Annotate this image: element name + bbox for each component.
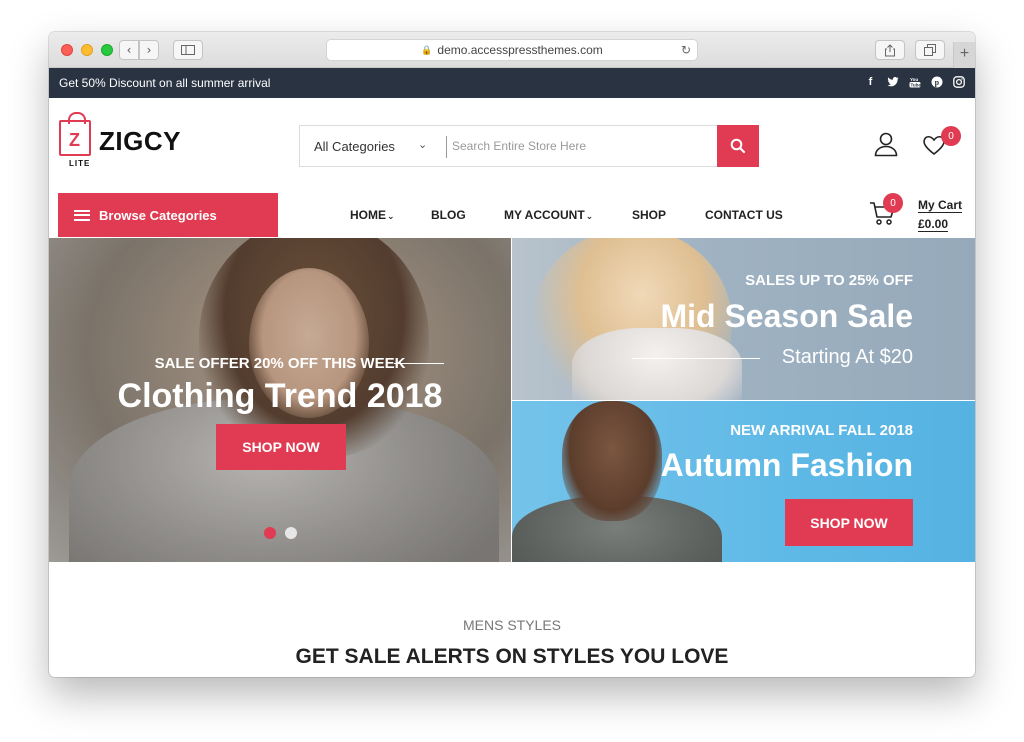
my-cart-label: My Cart bbox=[918, 198, 963, 213]
cart-count-badge: 0 bbox=[883, 193, 903, 213]
url-text: demo.accesspressthemes.com bbox=[437, 43, 603, 57]
plus-icon: + bbox=[959, 45, 970, 62]
search-icon bbox=[730, 138, 746, 154]
chevron-down-icon: ⌄ bbox=[387, 212, 395, 222]
nav-item-contact-us[interactable]: CONTACT US bbox=[705, 208, 783, 222]
maximize-window-button[interactable] bbox=[101, 44, 113, 56]
nav-item-my-account[interactable]: MY ACCOUNT⌄ bbox=[504, 208, 593, 222]
banner-top-tagline: Starting At $20 bbox=[781, 346, 913, 368]
site-logo[interactable]: Z ZIGCY LITE bbox=[59, 112, 199, 172]
search-bar: All Categories ⌄ bbox=[299, 125, 759, 167]
banner-top-line bbox=[632, 358, 760, 359]
tabs-overview-button[interactable] bbox=[915, 40, 945, 60]
browse-categories-label: Browse Categories bbox=[99, 207, 217, 223]
my-cart-link[interactable]: My Cart bbox=[918, 198, 963, 213]
forward-button[interactable]: › bbox=[139, 40, 159, 60]
banner-bottom-title: Autumn Fashion bbox=[660, 447, 913, 483]
instagram-icon[interactable] bbox=[952, 75, 965, 89]
svg-text:Tube: Tube bbox=[910, 83, 921, 88]
nav-home-label: HOME bbox=[350, 208, 386, 222]
logo-badge: LITE bbox=[69, 159, 91, 168]
lock-icon: 🔒 bbox=[421, 44, 433, 55]
banner-photo-man bbox=[562, 401, 662, 521]
facebook-icon[interactable]: f bbox=[864, 75, 877, 89]
address-bar[interactable]: 🔒 demo.accesspressthemes.com ↻ bbox=[326, 39, 698, 61]
browser-window: ‹ › 🔒 demo.accesspressthemes.com ↻ + Get… bbox=[49, 32, 975, 677]
chevron-left-icon: ‹ bbox=[126, 43, 132, 57]
nav-item-blog[interactable]: BLOG bbox=[431, 208, 466, 222]
banner-shop-now-button[interactable]: SHOP NOW bbox=[785, 499, 913, 546]
chevron-down-icon[interactable]: ⌄ bbox=[418, 138, 427, 151]
cart-total: £0.00 bbox=[918, 217, 949, 232]
sidebar-toggle-button[interactable] bbox=[173, 40, 203, 60]
youtube-icon[interactable]: You Tube bbox=[908, 75, 921, 89]
share-icon bbox=[885, 43, 895, 56]
social-links: f You Tube p bbox=[864, 75, 965, 89]
tabs-icon bbox=[924, 44, 936, 56]
logo-name: ZIGCY bbox=[99, 126, 181, 156]
section-subtitle: MENS STYLES bbox=[462, 617, 562, 633]
nav-item-shop[interactable]: SHOP bbox=[632, 208, 666, 222]
pinterest-icon[interactable]: p bbox=[930, 75, 943, 89]
section-title: GET SALE ALERTS ON STYLES YOU LOVE bbox=[295, 645, 729, 668]
hero-shop-now-button[interactable]: SHOP NOW bbox=[216, 424, 346, 470]
hero-subtitle-line bbox=[394, 363, 444, 364]
browser-titlebar: ‹ › 🔒 demo.accesspressthemes.com ↻ + bbox=[49, 32, 975, 68]
wishlist-count-badge: 0 bbox=[941, 126, 961, 146]
slider-dot-active[interactable] bbox=[264, 527, 276, 539]
banner-top-title: Mid Season Sale bbox=[660, 298, 913, 334]
user-account-icon[interactable] bbox=[873, 131, 899, 157]
svg-text:p: p bbox=[934, 78, 939, 87]
nav-blog-label: BLOG bbox=[431, 208, 466, 222]
hero-title: Clothing Trend 2018 bbox=[117, 377, 443, 415]
search-divider bbox=[446, 136, 447, 158]
share-button[interactable] bbox=[875, 40, 905, 60]
reload-icon[interactable]: ↻ bbox=[681, 43, 691, 57]
category-select[interactable]: All Categories bbox=[314, 139, 395, 154]
nav-contact-us-label: CONTACT US bbox=[705, 208, 783, 222]
cart-total-value: £0.00 bbox=[918, 217, 949, 232]
hero-slider: SALE OFFER 20% OFF THIS WEEK Clothing Tr… bbox=[49, 238, 511, 562]
top-promo-bar: Get 50% Discount on all summer arrival f… bbox=[49, 68, 975, 98]
banner-top-subtitle: SALES UP TO 25% OFF bbox=[745, 272, 913, 289]
shopping-bag-logo-icon: Z bbox=[59, 112, 91, 156]
nav-shop-label: SHOP bbox=[632, 208, 667, 222]
search-input[interactable] bbox=[452, 134, 712, 158]
close-window-button[interactable] bbox=[61, 44, 73, 56]
back-button[interactable]: ‹ bbox=[119, 40, 139, 60]
banner-photo-blouse bbox=[572, 328, 742, 400]
banner-bottom-subtitle: NEW ARRIVAL FALL 2018 bbox=[730, 422, 913, 439]
sidebar-icon bbox=[181, 45, 195, 55]
svg-text:You: You bbox=[910, 77, 918, 82]
autumn-fashion-banner[interactable]: NEW ARRIVAL FALL 2018 Autumn Fashion SHO… bbox=[512, 401, 975, 562]
search-button[interactable] bbox=[717, 125, 759, 167]
twitter-icon[interactable] bbox=[886, 75, 899, 89]
mid-season-sale-banner[interactable]: SALES UP TO 25% OFF Mid Season Sale Star… bbox=[512, 238, 975, 400]
browse-categories-button[interactable]: Browse Categories bbox=[58, 193, 278, 237]
slider-dot[interactable] bbox=[285, 527, 297, 539]
promo-text: Get 50% Discount on all summer arrival bbox=[59, 76, 271, 90]
nav-my-account-label: MY ACCOUNT bbox=[504, 208, 585, 222]
new-tab-button[interactable]: + bbox=[953, 42, 975, 68]
hamburger-menu-icon bbox=[74, 209, 90, 221]
chevron-down-icon: ⌄ bbox=[585, 212, 594, 222]
nav-item-home[interactable]: HOME⌄ bbox=[350, 208, 395, 222]
minimize-window-button[interactable] bbox=[81, 44, 93, 56]
chevron-right-icon: › bbox=[146, 43, 152, 57]
